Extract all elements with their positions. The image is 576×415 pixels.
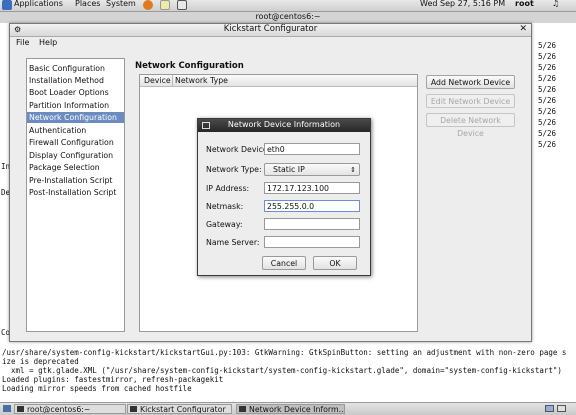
cancel-button[interactable]: Cancel <box>262 256 306 270</box>
terminal-line: Loading mirror speeds from cached hostfi… <box>2 384 192 393</box>
user-name[interactable]: root <box>515 0 534 8</box>
column-separator <box>172 75 173 86</box>
add-network-device-button[interactable]: Add Network Device <box>426 75 515 89</box>
nav-authentication[interactable]: Authentication <box>27 125 124 136</box>
terminal-fragment: 5/26 <box>538 41 557 50</box>
network-device-label: Network Device: <box>206 145 271 154</box>
ok-button[interactable]: OK <box>313 256 357 270</box>
close-icon[interactable]: ✕ <box>519 24 527 34</box>
column-network-type[interactable]: Network Type <box>175 76 228 85</box>
nav-network-configuration[interactable]: Network Configuration <box>27 112 124 123</box>
nav-pre-installation-script[interactable]: Pre-Installation Script <box>27 175 124 186</box>
volume-icon[interactable]: ♫ <box>552 0 559 8</box>
workspace-1[interactable] <box>545 405 554 412</box>
terminal-title: root@centos6:~ <box>0 12 576 23</box>
category-list: Basic Configuration Installation Method … <box>26 58 125 332</box>
ip-address-label: IP Address: <box>206 184 250 193</box>
terminal-fragment: 5/26 <box>538 118 557 127</box>
nav-display-configuration[interactable]: Display Configuration <box>27 150 124 161</box>
menubar: File Help <box>10 37 531 48</box>
applications-menu[interactable]: Applications <box>14 0 63 8</box>
nav-basic-configuration[interactable]: Basic Configuration <box>27 63 124 74</box>
nav-package-selection[interactable]: Package Selection <box>27 162 124 173</box>
terminal-fragment: 5/26 <box>538 107 557 116</box>
app-icon <box>239 406 246 412</box>
firefox-icon[interactable] <box>143 0 153 10</box>
gateway-field[interactable] <box>264 218 360 230</box>
app-icon <box>130 406 137 412</box>
terminal-fragment: 5/26 <box>538 129 557 138</box>
menu-help[interactable]: Help <box>39 38 57 47</box>
terminal-fragment: 5/26 <box>538 74 557 83</box>
network-device-dialog: Network Device Information Network Devic… <box>197 118 371 276</box>
terminal-line: Loaded plugins: fastestmirror, refresh-p… <box>2 375 224 384</box>
dialog-titlebar[interactable]: Network Device Information <box>198 119 370 132</box>
clock[interactable]: Wed Sep 27, 5:16 PM <box>420 0 505 8</box>
places-menu[interactable]: Places <box>75 0 100 8</box>
ip-address-field[interactable]: 172.17.123.100 <box>264 182 360 194</box>
workspace-2[interactable] <box>557 405 566 412</box>
dialog-title: Network Device Information <box>227 120 341 129</box>
section-title: Network Configuration <box>135 61 244 71</box>
taskbar: root@centos6:~ Kickstart Configurator Ne… <box>0 402 576 415</box>
column-device[interactable]: Device <box>144 76 171 85</box>
screenshot-icon[interactable] <box>177 0 187 10</box>
terminal-line: /usr/share/system-config-kickstart/kicks… <box>2 348 567 357</box>
updown-arrow-icon: ⇕ <box>350 166 356 174</box>
name-server-field[interactable] <box>264 236 360 248</box>
network-device-field[interactable]: eth0 <box>264 143 360 155</box>
terminal-line: ize is deprecated <box>2 357 79 366</box>
task-label: Network Device Inform... <box>249 405 345 414</box>
terminal-fragment: 5/26 <box>538 85 557 94</box>
terminal-icon <box>17 406 24 412</box>
task-label: root@centos6:~ <box>27 405 91 414</box>
terminal-fragment: 5/26 <box>538 52 557 61</box>
system-menu[interactable]: System <box>106 0 136 8</box>
menu-file[interactable]: File <box>16 38 29 47</box>
nav-partition-information[interactable]: Partition Information <box>27 100 124 111</box>
nav-installation-method[interactable]: Installation Method <box>27 75 124 86</box>
terminal-fragment: 5/26 <box>538 63 557 72</box>
nav-firewall-configuration[interactable]: Firewall Configuration <box>27 137 124 148</box>
task-kickstart[interactable]: Kickstart Configurator <box>127 404 232 414</box>
notes-icon[interactable] <box>160 0 170 10</box>
nav-post-installation-script[interactable]: Post-Installation Script <box>27 187 124 198</box>
task-terminal[interactable]: root@centos6:~ <box>14 404 126 414</box>
network-type-value: Static IP <box>273 165 305 174</box>
terminal-fragment: 5/26 <box>538 140 557 149</box>
terminal-line: xml = gtk.glade.XML ("/usr/share/system-… <box>2 366 562 375</box>
gateway-label: Gateway: <box>206 220 243 229</box>
name-server-label: Name Server: <box>206 238 260 247</box>
network-type-label: Network Type: <box>206 165 262 174</box>
edit-network-device-button[interactable]: Edit Network Device <box>426 94 515 108</box>
table-header: Device Network Type <box>140 75 417 87</box>
show-desktop-icon[interactable] <box>3 405 11 412</box>
top-panel: Applications Places System Wed Sep 27, 5… <box>0 0 576 12</box>
netmask-label: Netmask: <box>206 202 244 211</box>
netmask-field[interactable]: 255.255.0.0 <box>264 200 360 212</box>
network-type-select[interactable]: Static IP ⇕ <box>264 163 360 176</box>
kickstart-title: Kickstart Configurator <box>223 24 318 34</box>
delete-network-device-button[interactable]: Delete Network Device <box>426 113 515 138</box>
task-network-dialog[interactable]: Network Device Inform... <box>236 404 345 414</box>
terminal-fragment: 5/26 <box>538 96 557 105</box>
kickstart-titlebar[interactable]: ⚙ Kickstart Configurator ✕ <box>10 24 531 37</box>
task-label: Kickstart Configurator <box>140 405 226 414</box>
foot-icon[interactable] <box>2 0 12 10</box>
nav-boot-loader-options[interactable]: Boot Loader Options <box>27 87 124 98</box>
